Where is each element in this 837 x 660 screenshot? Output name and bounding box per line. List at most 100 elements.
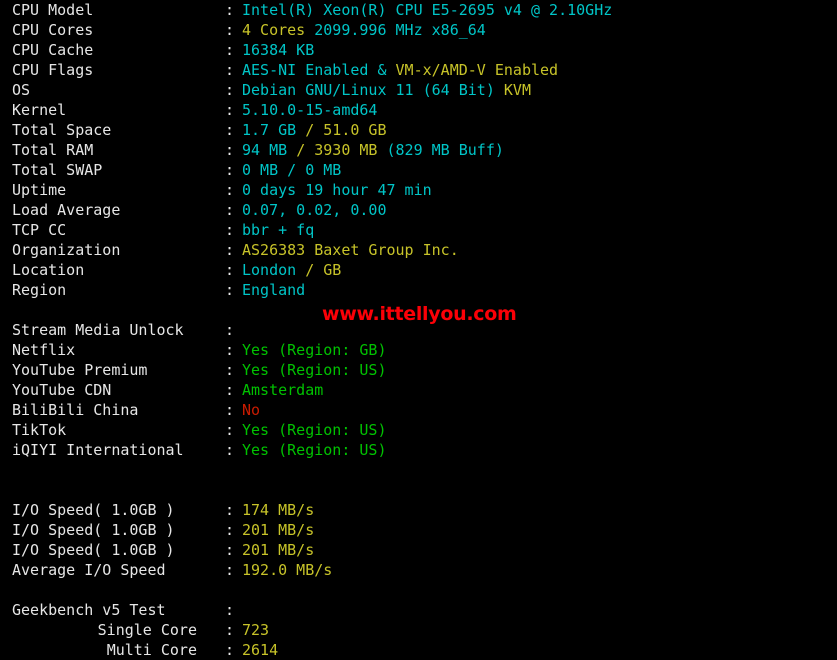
separator-geekbench: - - - - - - - - - - - - - - - - - - - - …	[0, 580, 837, 600]
row-colon: :	[225, 261, 235, 279]
row-label: BiliBili China	[12, 401, 139, 419]
row-label: Average I/O Speed	[12, 561, 166, 579]
row-value: 174 MB/s	[242, 501, 314, 519]
row-label: Multi Core	[106, 641, 197, 659]
row-value: No	[242, 401, 260, 419]
row-colon: :	[225, 341, 235, 359]
row-value: Intel(R) Xeon(R) CPU E5-2695 v4 @ 2.10GH…	[242, 1, 612, 19]
value-segment: Yes (Region: US)	[242, 421, 387, 439]
value-segment: 5.10.0-15-amd64	[242, 101, 378, 119]
row-colon: :	[225, 141, 235, 159]
row-colon: :	[225, 601, 235, 619]
row-colon: :	[225, 421, 235, 439]
info-row: Multi Core:2614	[0, 640, 837, 660]
separator-stream: - - - - - - - - - - - - - - - - - - - - …	[0, 300, 837, 320]
row-value: Yes (Region: US)	[242, 441, 387, 459]
row-colon: :	[225, 201, 235, 219]
value-segment: 0.07, 0.02, 0.00	[242, 201, 387, 219]
geekbench-section: Geekbench v5 Test: Single Core:723 Multi C…	[0, 600, 837, 660]
row-label: CPU Flags	[12, 61, 94, 79]
row-label: OS	[12, 81, 31, 99]
value-segment: (829 MB Buff)	[386, 141, 504, 159]
row-colon: :	[225, 281, 235, 299]
row-colon: :	[225, 101, 235, 119]
info-row: OS: Debian GNU/Linux 11 (64 Bit) KVM	[0, 80, 837, 100]
info-row: TCP CC: bbr + fq	[0, 220, 837, 240]
row-value: AES-NI Enabled & VM-x/AMD-V Enabled	[242, 61, 558, 79]
value-segment: / 51.0 GB	[305, 121, 387, 139]
info-row: Kernel:5.10.0-15-amd64	[0, 100, 837, 120]
row-label: CPU Model	[12, 1, 94, 19]
info-row: Uptime:0 days 19 hour 47 min	[0, 180, 837, 200]
value-segment: England	[242, 281, 306, 299]
info-row: Total Space:1.7 GB / 51.0 GB	[0, 120, 837, 140]
info-row: CPU Flags: AES-NI Enabled & VM-x/AMD-V En…	[0, 60, 837, 80]
value-segment: AES-NI Enabled &	[242, 61, 396, 79]
value-segment: 2614	[242, 641, 279, 659]
row-label: Total RAM	[12, 141, 94, 159]
value-segment: London	[242, 261, 306, 279]
row-value: 0.07, 0.02, 0.00	[242, 201, 387, 219]
info-row: TikTok: Yes (Region: US)	[0, 420, 837, 440]
system-info-section: CPU Model: Intel(R) Xeon(R) CPU E5-2695 v…	[0, 0, 837, 300]
info-row: Total SWAP:0 MB / 0 MB	[0, 160, 837, 180]
info-row: Average I/O Speed:192.0 MB/s	[0, 560, 837, 580]
value-segment: Intel(R) Xeon(R) CPU E5-2695 v4 @ 2.10GH…	[242, 1, 613, 19]
info-row: Region: England	[0, 280, 837, 300]
value-segment: bbr + fq	[242, 221, 315, 239]
value-segment: 0 MB / 0 MB	[242, 161, 342, 179]
value-segment: 192.0 MB/s	[242, 561, 333, 579]
info-row: I/O Speed( 1.0GB ):201 MB/s	[0, 520, 837, 540]
value-segment: Yes (Region: US)	[242, 441, 387, 459]
row-label: Total SWAP	[12, 161, 103, 179]
row-colon: :	[225, 61, 235, 79]
row-colon: :	[225, 541, 235, 559]
row-value: Yes (Region: US)	[242, 421, 387, 439]
row-label: Kernel	[12, 101, 67, 119]
row-value: 16384 KB	[242, 41, 314, 59]
value-segment: 723	[242, 621, 270, 639]
value-segment: KVM	[503, 81, 531, 99]
row-value: Amsterdam	[242, 381, 323, 399]
value-segment: 2099.996 MHz x86_64	[314, 21, 486, 39]
row-colon: :	[225, 561, 235, 579]
row-colon: :	[225, 221, 235, 239]
row-value: bbr + fq	[242, 221, 314, 239]
row-colon: :	[225, 361, 235, 379]
row-label: I/O Speed( 1.0GB )	[12, 521, 175, 539]
info-row: Stream Media Unlock:	[0, 320, 837, 340]
info-row: YouTube CDN: Amsterdam	[0, 380, 837, 400]
info-row: Location: London / GB	[0, 260, 837, 280]
row-colon: :	[225, 21, 235, 39]
info-row: Netflix: Yes (Region: GB)	[0, 340, 837, 360]
value-segment: 1.7 GB	[242, 121, 306, 139]
row-colon: :	[225, 381, 235, 399]
row-value: 0 days 19 hour 47 min	[242, 181, 432, 199]
row-colon: :	[225, 621, 235, 639]
info-row: iQIYI International: Yes (Region: US)	[0, 440, 837, 460]
row-colon: :	[225, 121, 235, 139]
row-colon: :	[225, 401, 235, 419]
row-label: Geekbench v5 Test	[12, 601, 166, 619]
row-label: Location	[12, 261, 85, 279]
value-segment: 201 MB/s	[242, 521, 315, 539]
row-label: TikTok	[12, 421, 67, 439]
value-segment: Yes (Region: US)	[242, 361, 387, 379]
info-row: CPU Model: Intel(R) Xeon(R) CPU E5-2695 v…	[0, 0, 837, 20]
row-label: YouTube Premium	[12, 361, 148, 379]
row-value: AS26383 Baxet Group Inc.	[242, 241, 459, 259]
row-colon: :	[225, 321, 235, 339]
value-segment: / 3930 MB	[296, 141, 387, 159]
row-label: Stream Media Unlock	[12, 321, 184, 339]
row-label: Organization	[12, 241, 121, 259]
row-label: I/O Speed( 1.0GB )	[12, 501, 175, 519]
io-speed-section: I/O Speed( 1.0GB ):174 MB/s I/O Speed( 1.…	[0, 500, 837, 580]
row-label: I/O Speed( 1.0GB )	[12, 541, 175, 559]
info-row: Total RAM:94 MB / 3930 MB (829 MB Buff)	[0, 140, 837, 160]
row-label: Uptime	[12, 181, 67, 199]
terminal-window: - - - - - - - - - - - - - - - - - - - - …	[0, 0, 837, 659]
value-segment: Amsterdam	[242, 381, 324, 399]
value-segment: AS26383 Baxet Group Inc.	[242, 241, 459, 259]
value-segment: VM-x/AMD-V Enabled	[395, 61, 559, 79]
